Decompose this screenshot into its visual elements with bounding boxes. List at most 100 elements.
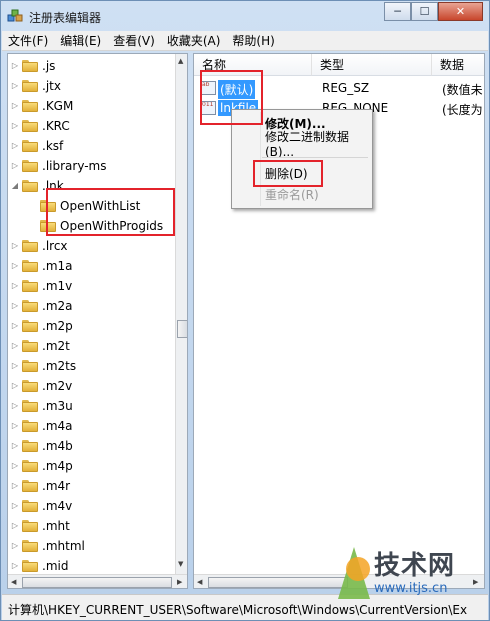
tree-item[interactable]: ▷ .ksf <box>8 136 174 156</box>
collapsed-arrow-icon[interactable]: ▷ <box>11 301 19 310</box>
tree-item[interactable]: ▷ .m2p <box>8 316 174 336</box>
maximize-button[interactable]: ☐ <box>411 2 438 21</box>
menu-separator <box>262 157 368 158</box>
menu-file[interactable]: 文件(F) <box>8 32 48 49</box>
tree-item-label: .m1v <box>42 279 73 293</box>
collapsed-arrow-icon[interactable]: ▷ <box>11 561 19 570</box>
tree-item[interactable]: ▷ .m2a <box>8 296 174 316</box>
tree-item-label: .ksf <box>42 139 64 153</box>
tree-item-label: .mid <box>42 559 69 573</box>
collapsed-arrow-icon[interactable]: ▷ <box>11 101 19 110</box>
folder-icon <box>22 180 38 192</box>
folder-icon <box>22 340 38 352</box>
collapsed-arrow-icon[interactable]: ▷ <box>11 321 19 330</box>
tree-hscroll-thumb[interactable] <box>22 577 172 588</box>
tree-item[interactable]: ▷ .jtx <box>8 76 174 96</box>
collapsed-arrow-icon[interactable]: ▷ <box>11 381 19 390</box>
folder-icon <box>22 540 38 552</box>
regedit-window: 注册表编辑器 ─ ☐ ✕ 文件(F) 编辑(E) 查看(V) 收藏夹(A) 帮助… <box>0 0 490 621</box>
folder-icon <box>22 440 38 452</box>
scroll-left-icon[interactable]: ◀ <box>197 578 202 586</box>
collapsed-arrow-icon[interactable]: ▷ <box>11 501 19 510</box>
scroll-down-icon[interactable]: ▼ <box>178 560 183 568</box>
tree-scroll-thumb[interactable] <box>177 320 187 338</box>
column-header-data[interactable]: 数据 <box>432 54 484 76</box>
collapsed-arrow-icon[interactable]: ▷ <box>11 81 19 90</box>
folder-icon <box>22 480 38 492</box>
list-hscroll-thumb[interactable] <box>208 577 348 588</box>
folder-icon <box>22 360 38 372</box>
menu-view[interactable]: 查看(V) <box>113 32 155 49</box>
folder-icon <box>22 140 38 152</box>
menu-bar: 文件(F) 编辑(E) 查看(V) 收藏夹(A) 帮助(H) <box>2 31 488 51</box>
tree-item[interactable]: ▷ .m1v <box>8 276 174 296</box>
collapsed-arrow-icon[interactable]: ▷ <box>11 141 19 150</box>
context-modify-binary[interactable]: 修改二进制数据(B)... <box>232 130 372 159</box>
collapsed-arrow-icon[interactable]: ▷ <box>11 241 19 250</box>
tree-item-label: .m2p <box>42 319 73 333</box>
collapsed-arrow-icon[interactable]: ▷ <box>11 281 19 290</box>
collapsed-arrow-icon[interactable]: ▷ <box>11 521 19 530</box>
title-bar[interactable]: 注册表编辑器 ─ ☐ ✕ <box>1 1 489 31</box>
folder-icon <box>22 500 38 512</box>
tree-item-label: .m3u <box>42 399 73 413</box>
scroll-up-icon[interactable]: ▲ <box>178 57 183 65</box>
collapsed-arrow-icon[interactable]: ▷ <box>11 161 19 170</box>
tree-item[interactable]: ▷ .KGM <box>8 96 174 116</box>
close-button[interactable]: ✕ <box>438 2 483 21</box>
menu-edit[interactable]: 编辑(E) <box>60 32 101 49</box>
value-data: (数值未 <box>442 83 483 97</box>
collapsed-arrow-icon[interactable]: ▷ <box>11 361 19 370</box>
collapsed-arrow-icon[interactable]: ▷ <box>11 441 19 450</box>
collapsed-arrow-icon[interactable]: ▷ <box>11 401 19 410</box>
key-tree-pane[interactable]: ▷ .js ▷ .jtx ▷ .KGM ▷ .KRC ▷ .ksf ▷ .library-ms ◢ .ln… <box>7 53 188 589</box>
tree-item[interactable]: ▷ .m4a <box>8 416 174 436</box>
collapsed-arrow-icon[interactable]: ▷ <box>11 61 19 70</box>
minimize-button[interactable]: ─ <box>384 2 411 21</box>
folder-icon <box>22 280 38 292</box>
scroll-left-icon[interactable]: ◀ <box>11 578 16 586</box>
folder-icon <box>22 160 38 172</box>
tree-item-label: .lrcx <box>42 239 68 253</box>
tree-item[interactable]: ▷ .m4b <box>8 436 174 456</box>
expanded-arrow-icon[interactable]: ◢ <box>11 181 19 190</box>
tree-vertical-scrollbar[interactable]: ▲ ▼ <box>175 54 187 574</box>
tree-item-label: .m1a <box>42 259 73 273</box>
tree-item[interactable]: ▷ .m2ts <box>8 356 174 376</box>
collapsed-arrow-icon[interactable]: ▷ <box>11 461 19 470</box>
scroll-right-icon[interactable]: ▶ <box>177 578 182 586</box>
collapsed-arrow-icon[interactable]: ▷ <box>11 541 19 550</box>
value-data: (长度为 <box>442 103 483 117</box>
tree-item-label: .library-ms <box>42 159 107 173</box>
tree-item[interactable]: ▷ .library-ms <box>8 156 174 176</box>
tree-item-label: .mht <box>42 519 70 533</box>
collapsed-arrow-icon[interactable]: ▷ <box>11 341 19 350</box>
tree-item[interactable]: ▷ .mht <box>8 516 174 536</box>
folder-icon <box>22 420 38 432</box>
tree-item[interactable]: ▷ .KRC <box>8 116 174 136</box>
tree-item[interactable]: ▷ .m4p <box>8 456 174 476</box>
tree-item-label: .m4r <box>42 479 71 493</box>
column-header-type[interactable]: 类型 <box>312 54 432 76</box>
tree-item-label: .m4a <box>42 419 73 433</box>
menu-favorites[interactable]: 收藏夹(A) <box>167 32 221 49</box>
tree-item[interactable]: ▷ .m4r <box>8 476 174 496</box>
tree-item[interactable]: ▷ .m1a <box>8 256 174 276</box>
collapsed-arrow-icon[interactable]: ▷ <box>11 421 19 430</box>
tree-item[interactable]: ▷ .m2v <box>8 376 174 396</box>
tree-item[interactable]: ▷ .mid <box>8 556 174 576</box>
tree-item[interactable]: ▷ .mhtml <box>8 536 174 556</box>
context-rename[interactable]: 重命名(R) <box>232 184 372 204</box>
highlight-delete-item <box>253 160 323 187</box>
collapsed-arrow-icon[interactable]: ▷ <box>11 121 19 130</box>
tree-item[interactable]: ▷ .lrcx <box>8 236 174 256</box>
tree-horizontal-scrollbar[interactable]: ◀ ▶ <box>8 574 187 588</box>
tree-item[interactable]: ▷ .m3u <box>8 396 174 416</box>
collapsed-arrow-icon[interactable]: ▷ <box>11 481 19 490</box>
tree-item[interactable]: ▷ .m2t <box>8 336 174 356</box>
tree-item[interactable]: ▷ .js <box>8 56 174 76</box>
tree-item[interactable]: ▷ .m4v <box>8 496 174 516</box>
highlight-selected-values <box>200 70 263 125</box>
menu-help[interactable]: 帮助(H) <box>232 32 274 49</box>
collapsed-arrow-icon[interactable]: ▷ <box>11 261 19 270</box>
